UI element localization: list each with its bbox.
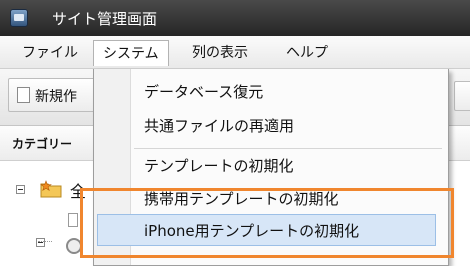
- menu-column-display[interactable]: 列の表示: [192, 42, 248, 62]
- menu-bar: ファイル システム 列の表示 ヘルプ: [0, 36, 470, 69]
- window-title: サイト管理画面: [52, 10, 158, 28]
- tree-toggle-icon[interactable]: [16, 185, 25, 194]
- toolbar-button-right[interactable]: [454, 81, 470, 111]
- app-icon: [10, 9, 28, 27]
- menu-item-restore-database[interactable]: データベース復元: [144, 81, 263, 102]
- menu-help[interactable]: ヘルプ: [286, 42, 328, 62]
- tree-connector: [38, 241, 52, 242]
- menu-item-init-template[interactable]: テンプレートの初期化: [144, 155, 294, 176]
- menu-separator: [134, 148, 442, 149]
- new-button-label: 新規作: [35, 89, 77, 105]
- panel-title: カテゴリー: [12, 137, 73, 151]
- folder-star-icon: [40, 180, 62, 198]
- menu-file[interactable]: ファイル: [22, 42, 78, 62]
- tree-toggle-icon-2[interactable]: [36, 238, 45, 247]
- document-icon: [17, 87, 30, 103]
- menu-system[interactable]: システム: [93, 40, 169, 66]
- new-button[interactable]: 新規作: [8, 78, 100, 112]
- page-icon: [68, 213, 78, 227]
- annotation-highlight-box: [80, 188, 454, 258]
- menu-item-reapply-common-files[interactable]: 共通ファイルの再適用: [144, 115, 294, 136]
- title-bar: サイト管理画面: [0, 0, 470, 36]
